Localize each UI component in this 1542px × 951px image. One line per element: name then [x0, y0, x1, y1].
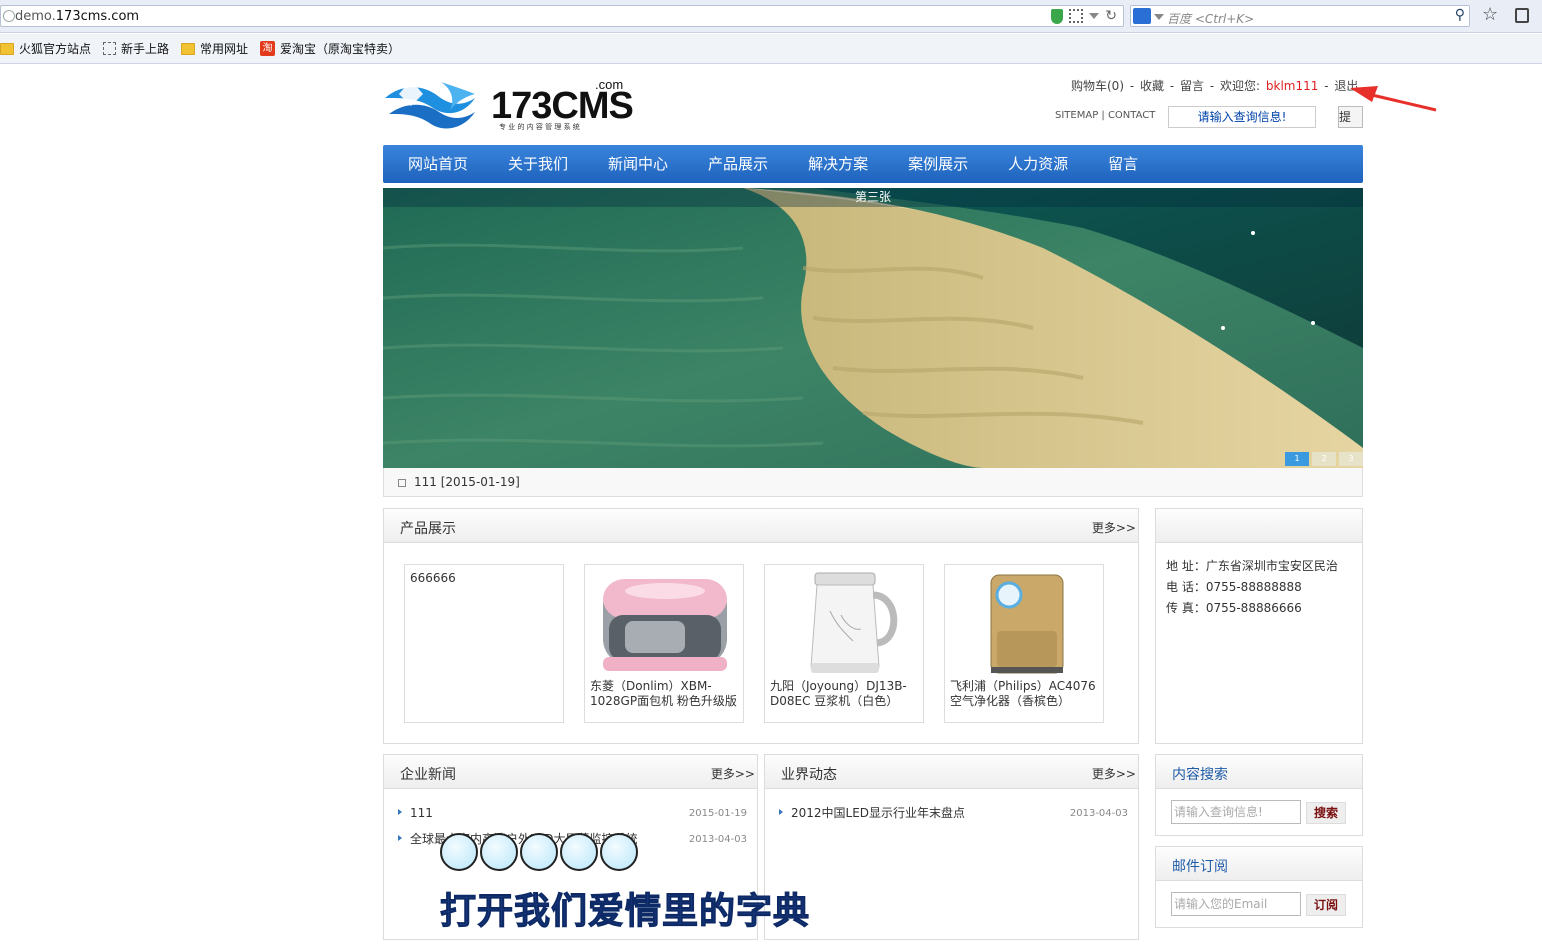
contact-address: 地 址：广东省深圳市宝安区民治: [1166, 559, 1338, 573]
engine-dropdown-icon[interactable]: [1154, 14, 1164, 20]
content-search-title: 内容搜索: [1172, 767, 1228, 783]
industry-news-panel: 业界动态 更多>> 2012中国LED显示行业年末盘点 2013-04-03: [764, 754, 1139, 940]
nav-home[interactable]: 网站首页: [408, 145, 468, 183]
contact-fax: 传 真：0755-88886666: [1166, 601, 1302, 615]
product-name[interactable]: 飞利浦（Philips）AC4076 空气净化器（香槟色）: [950, 679, 1100, 709]
product-name[interactable]: 九阳（Joyoung）DJ13B-D08EC 豆浆机（白色）: [770, 679, 920, 709]
site-logo[interactable]: 173CMS .com 专 业 的 内 容 管 理 系 统: [383, 76, 634, 136]
banner-dot-3[interactable]: 3: [1339, 452, 1363, 466]
overlay-caption: 打开我们爱情里的字典: [439, 891, 811, 933]
main-nav: 网站首页 关于我们 新闻中心 产品展示 解决方案 案例展示 人力资源 留言: [383, 145, 1363, 183]
banner-caption: 第三张: [383, 188, 1363, 207]
nav-news[interactable]: 新闻中心: [608, 145, 668, 183]
browser-search-placeholder: 百度 <Ctrl+K>: [1167, 12, 1255, 26]
products-title: 产品展示: [400, 521, 456, 537]
welcome-text: 欢迎您:: [1220, 79, 1261, 93]
banner-dot-2[interactable]: 2: [1312, 452, 1336, 466]
bookmark-taobao[interactable]: 淘 爱淘宝（原淘宝特卖）: [260, 40, 400, 57]
banner-slideshow[interactable]: 第三张 1 2 3: [383, 188, 1363, 468]
nav-message[interactable]: 留言: [1108, 145, 1138, 183]
notice-bar: 111 [2015-01-19]: [383, 468, 1363, 497]
contact-phone: 电 话：0755-88888888: [1166, 580, 1302, 594]
sitemap-contact-links[interactable]: SITEMAP | CONTACT: [1055, 110, 1155, 121]
dropdown-arrow-icon[interactable]: [1089, 13, 1100, 19]
message-link[interactable]: 留言: [1180, 79, 1204, 93]
banner-dot-1[interactable]: 1: [1285, 452, 1309, 466]
list-item[interactable]: 111 2015-01-19: [398, 803, 747, 829]
bookmark-getting-started[interactable]: 新手上路: [103, 40, 169, 57]
reload-icon[interactable]: ↻: [1105, 8, 1117, 24]
taobao-icon: 淘: [260, 41, 276, 56]
bread-maker-image: [603, 579, 727, 671]
browser-toolbar: demo.173cms.com ↻ 百度 <Ctrl+K> ⚲ ☆: [0, 0, 1542, 33]
list-item[interactable]: 2012中国LED显示行业年末盘点 2013-04-03: [779, 803, 1128, 829]
product-card[interactable]: 飞利浦（Philips）AC4076 空气净化器（香槟色）: [944, 564, 1104, 723]
nav-solutions[interactable]: 解决方案: [808, 145, 868, 183]
mail-subscribe-title: 邮件订阅: [1172, 859, 1228, 875]
logo-com: .com: [595, 77, 623, 92]
company-news-more-link[interactable]: 更多>>: [711, 765, 755, 782]
shield-icon[interactable]: [1051, 8, 1064, 24]
folder-icon: [181, 42, 196, 55]
banner-pager: 1 2 3: [1285, 452, 1363, 466]
content-search-button[interactable]: 搜索: [1306, 802, 1346, 824]
company-news-title: 企业新闻: [400, 767, 456, 783]
bookmark-firefox-site[interactable]: 火狐官方站点: [0, 40, 91, 57]
content-search-panel: 内容搜索 请输入查询信息! 搜索: [1155, 754, 1363, 836]
bullet-arrow-icon: [398, 809, 402, 815]
product-card[interactable]: 666666: [404, 564, 564, 723]
logo-slogan: 专 业 的 内 容 管 理 系 统: [499, 122, 580, 131]
bubble-decoration: [600, 833, 638, 871]
air-purifier-image: [990, 574, 1064, 674]
bubble-decoration: [520, 833, 558, 871]
nav-hr[interactable]: 人力资源: [1008, 145, 1068, 183]
nav-cases[interactable]: 案例展示: [908, 145, 968, 183]
product-card[interactable]: 九阳（Joyoung）DJ13B-D08EC 豆浆机（白色）: [764, 564, 924, 723]
bullet-arrow-icon: [398, 835, 402, 841]
products-more-link[interactable]: 更多>>: [1092, 519, 1136, 536]
url-text: demo.173cms.com: [15, 9, 140, 24]
industry-news-more-link[interactable]: 更多>>: [1092, 765, 1136, 782]
header-search-input[interactable]: 请输入查询信息!: [1168, 106, 1316, 128]
bookmark-common-sites[interactable]: 常用网址: [181, 40, 248, 57]
folder-icon: [0, 42, 14, 55]
bookmarks-list-icon[interactable]: [1515, 8, 1529, 23]
username-link[interactable]: bklm111: [1266, 79, 1319, 93]
subscribe-button[interactable]: 订阅: [1306, 894, 1346, 916]
product-name[interactable]: 东菱（Donlim）XBM-1028GP面包机 粉色升级版: [590, 679, 740, 709]
top-links: 购物车(0) - 收藏 - 留言 - 欢迎您: bklm111 - 退出: [1071, 79, 1359, 93]
banner-image: [383, 188, 1363, 468]
email-field[interactable]: 请输入您的Email: [1171, 892, 1301, 916]
nav-about[interactable]: 关于我们: [508, 145, 568, 183]
page-icon: [103, 42, 117, 55]
search-engine-icon[interactable]: [1133, 8, 1151, 24]
bubble-decoration: [440, 833, 478, 871]
header-submit-button[interactable]: 提交: [1338, 106, 1363, 128]
favorite-link[interactable]: 收藏: [1140, 79, 1164, 93]
product-card[interactable]: 东菱（Donlim）XBM-1028GP面包机 粉色升级版: [584, 564, 744, 723]
notice-link[interactable]: 111 [2015-01-19]: [414, 475, 520, 489]
product-name[interactable]: 666666: [410, 571, 560, 586]
contact-panel: 地 址：广东省深圳市宝安区民治 电 话：0755-88888888 传 真：07…: [1155, 508, 1363, 744]
bookmarks-toolbar: 火狐官方站点 新手上路 常用网址 淘 爱淘宝（原淘宝特卖）: [0, 34, 1542, 64]
search-icon[interactable]: ⚲: [1455, 7, 1465, 23]
content-search-input[interactable]: 请输入查询信息!: [1171, 800, 1301, 824]
logout-link[interactable]: 退出: [1334, 79, 1358, 93]
address-bar[interactable]: demo.173cms.com ↻: [0, 5, 1124, 27]
bookmark-star-icon[interactable]: ☆: [1482, 4, 1498, 25]
qr-code-icon[interactable]: [1069, 9, 1084, 23]
browser-search-box[interactable]: 百度 <Ctrl+K> ⚲: [1130, 5, 1470, 27]
products-panel: 产品展示 更多>> 666666 东菱（Donlim）XBM-1028GP面包机…: [383, 508, 1139, 744]
bubble-decoration: [560, 833, 598, 871]
bubble-decoration: [480, 833, 518, 871]
soymilk-maker-image: [810, 572, 898, 673]
mail-subscribe-panel: 邮件订阅 请输入您的Email 订阅: [1155, 846, 1363, 928]
cart-link[interactable]: 购物车(0): [1071, 79, 1124, 93]
industry-news-title: 业界动态: [781, 767, 837, 783]
globe-icon: [3, 10, 15, 22]
overlay-bubbles: [440, 833, 638, 871]
bullet-arrow-icon: [779, 809, 783, 815]
nav-products[interactable]: 产品展示: [708, 145, 768, 183]
notice-icon: [398, 479, 406, 487]
